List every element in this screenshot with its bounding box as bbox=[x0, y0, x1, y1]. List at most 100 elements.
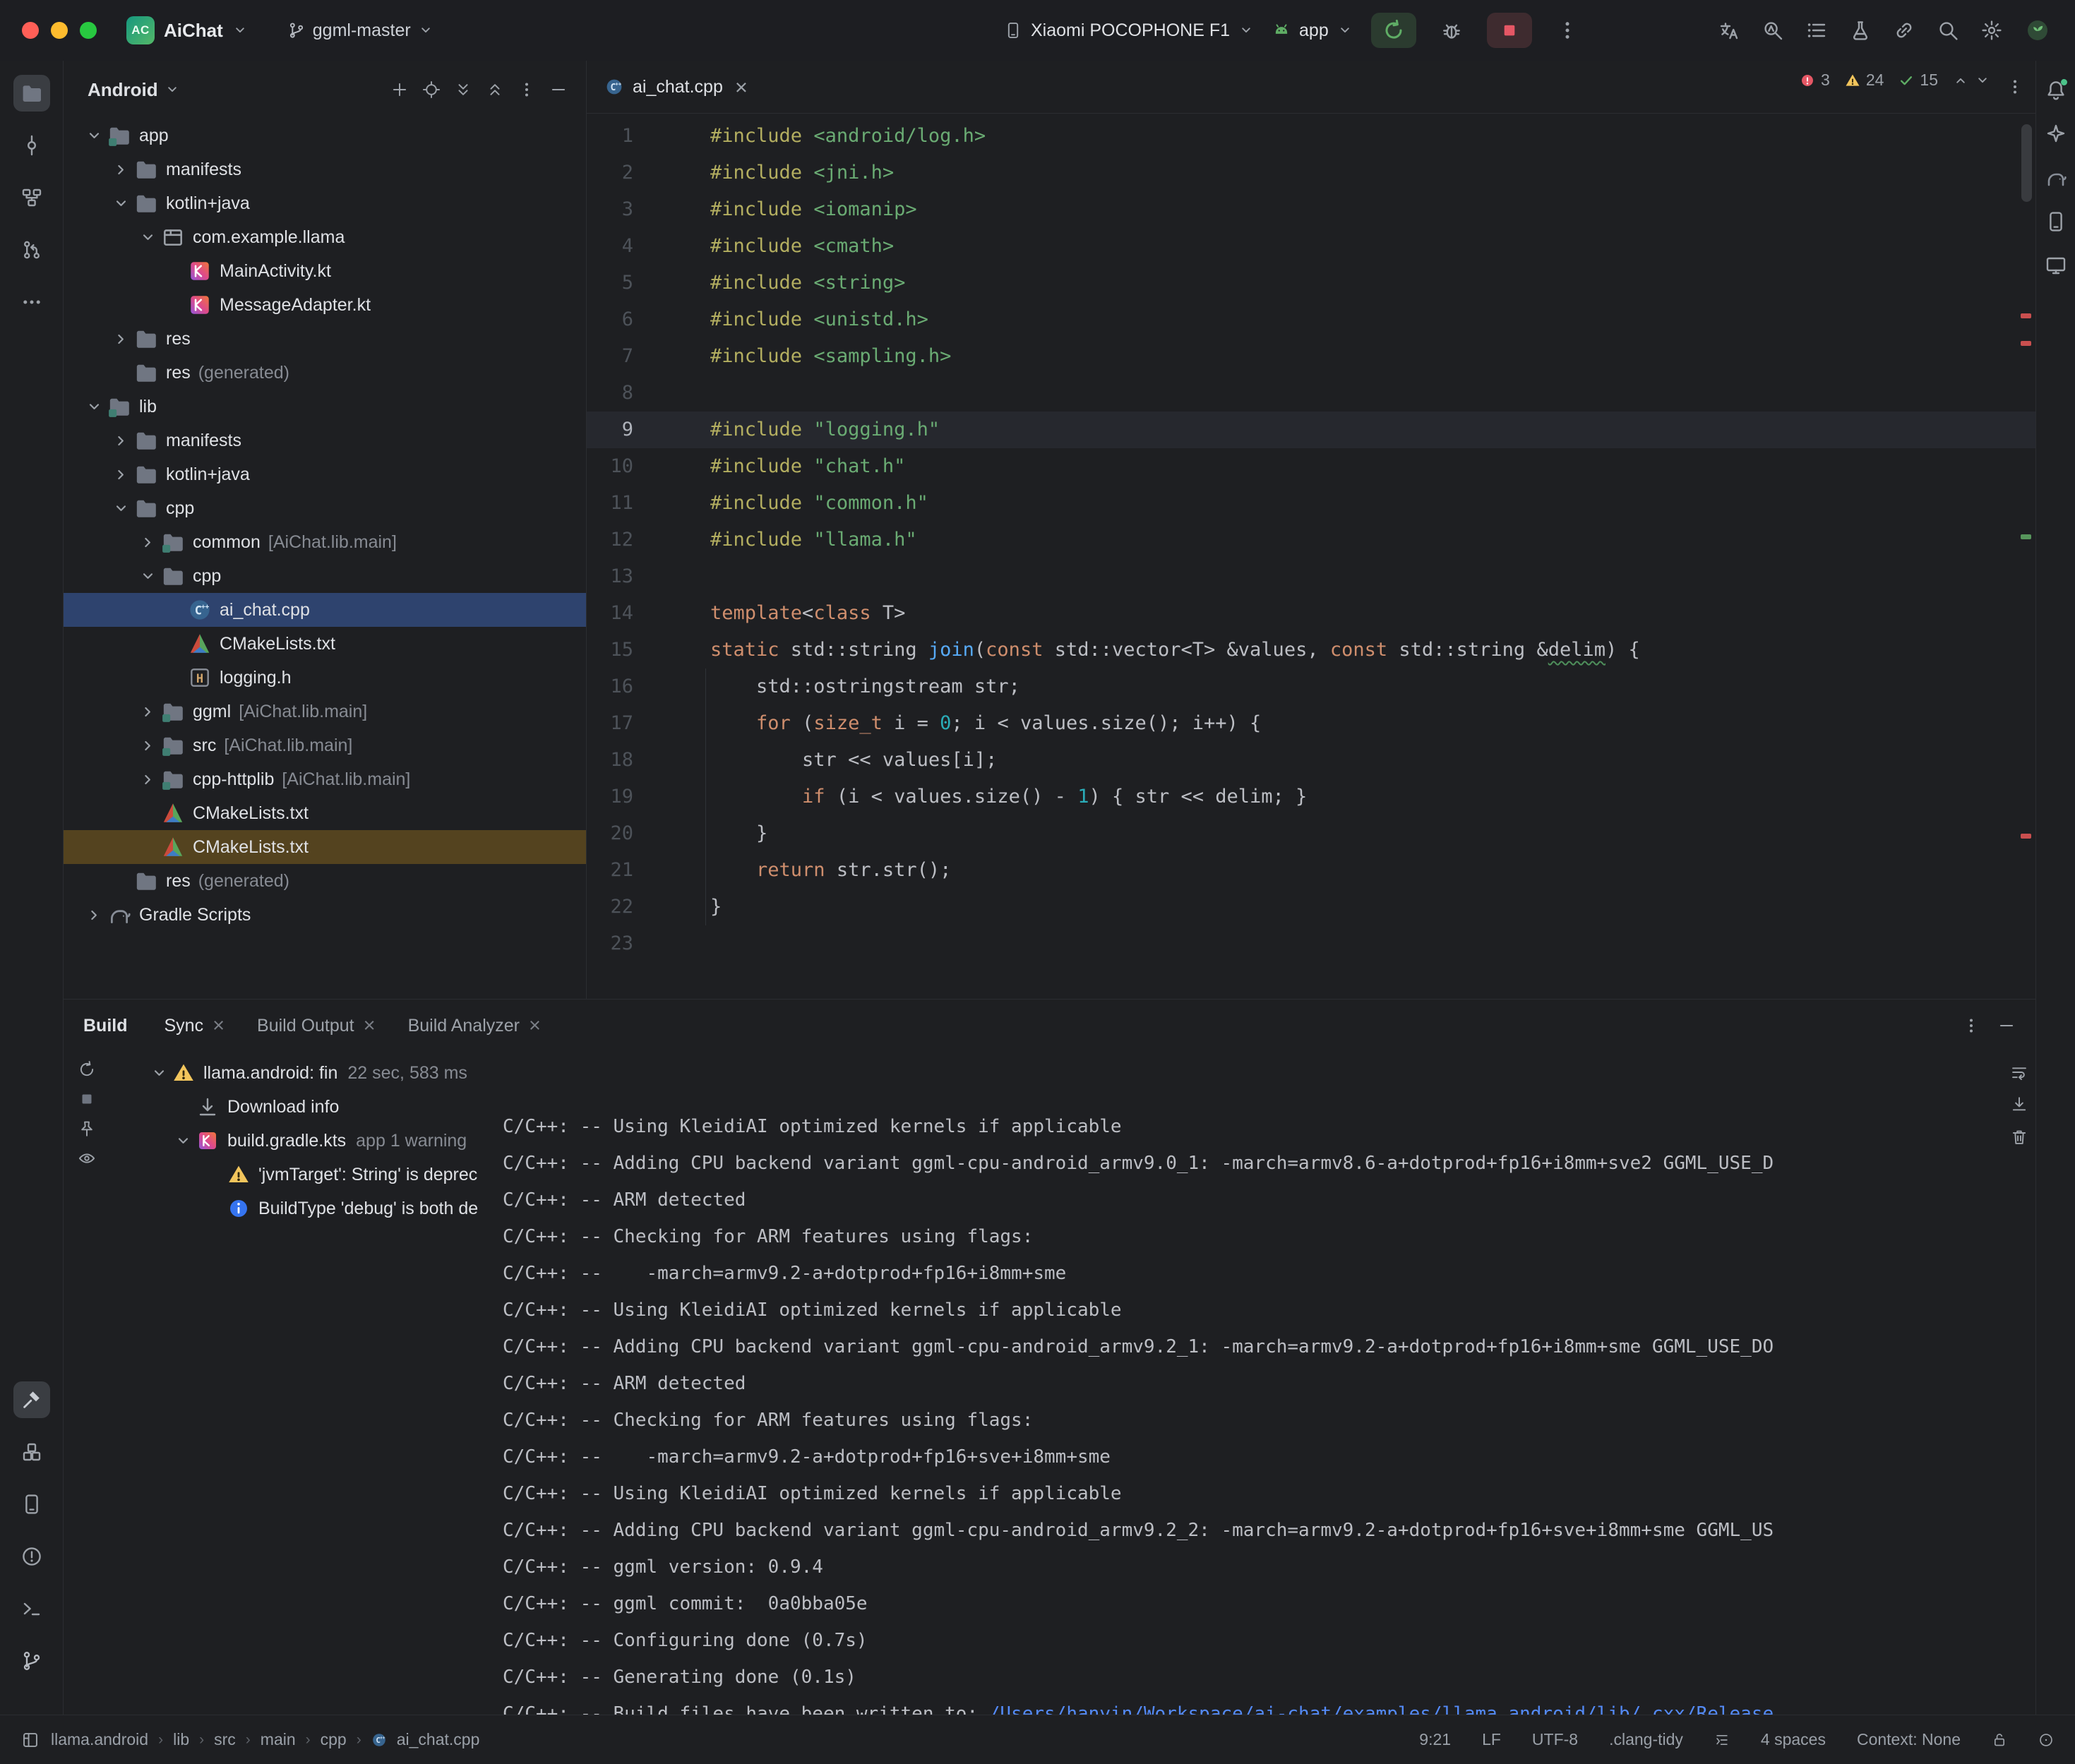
code-text[interactable]: } bbox=[657, 889, 722, 925]
caret-position-widget[interactable]: 9:21 bbox=[1419, 1730, 1451, 1749]
tree-row-src[interactable]: src[AiChat.lib.main] bbox=[64, 728, 586, 762]
chevron-down-icon[interactable] bbox=[107, 491, 134, 525]
close-window-button[interactable] bbox=[22, 22, 39, 39]
tree-row-ggml[interactable]: ggml[AiChat.lib.main] bbox=[64, 695, 586, 728]
line-number[interactable]: 9 bbox=[587, 412, 657, 448]
lock-open-icon[interactable] bbox=[1992, 1732, 2007, 1748]
settings-gear-icon[interactable] bbox=[1980, 19, 2003, 42]
line-number[interactable]: 2 bbox=[587, 155, 657, 191]
stop-button[interactable] bbox=[1487, 13, 1532, 48]
breadcrumb-item[interactable]: ai_chat.cpp bbox=[397, 1730, 480, 1749]
breadcrumb-item[interactable]: lib bbox=[173, 1730, 189, 1749]
tree-row-cpp[interactable]: cpp bbox=[64, 491, 586, 525]
tool-windows-icon[interactable] bbox=[21, 1731, 40, 1749]
project-tool-button[interactable] bbox=[13, 75, 50, 112]
code-line-17[interactable]: 17 for (size_t i = 0; i < values.size();… bbox=[587, 705, 2035, 742]
expand-all-icon[interactable] bbox=[454, 80, 472, 99]
breadcrumb-item[interactable]: llama.android bbox=[51, 1730, 148, 1749]
device-manager-tool-button[interactable] bbox=[2040, 206, 2071, 237]
code-line-21[interactable]: 21 return str.str(); bbox=[587, 852, 2035, 889]
code-line-20[interactable]: 20 } bbox=[587, 815, 2035, 852]
line-number[interactable]: 17 bbox=[587, 705, 657, 742]
tree-row-cpp[interactable]: cpp bbox=[64, 559, 586, 593]
code-line-19[interactable]: 19 if (i < values.size() - 1) { str << d… bbox=[587, 779, 2035, 815]
add-icon[interactable] bbox=[390, 80, 409, 99]
tree-row-logging-h[interactable]: Hlogging.h bbox=[64, 661, 586, 695]
console-link[interactable]: /Users/hanyin/Workspace/ai-chat/examples… bbox=[989, 1703, 1774, 1715]
code-text[interactable]: #include <sampling.h> bbox=[657, 338, 951, 375]
code-text[interactable]: #include "common.h" bbox=[657, 485, 928, 522]
chevron-down-icon[interactable] bbox=[80, 119, 107, 152]
build-tool-button[interactable] bbox=[13, 1381, 50, 1418]
chevron-right-icon[interactable] bbox=[134, 525, 161, 559]
collapse-all-icon[interactable] bbox=[486, 80, 504, 99]
tree-row-res[interactable]: res(generated) bbox=[64, 864, 586, 898]
tree-row-res[interactable]: res(generated) bbox=[64, 356, 586, 390]
options-kebab-icon[interactable] bbox=[518, 80, 536, 99]
vcs-stripe-mark[interactable] bbox=[2021, 534, 2031, 539]
line-number[interactable]: 4 bbox=[587, 228, 657, 265]
tree-row-app[interactable]: app bbox=[64, 119, 586, 152]
chevron-right-icon[interactable] bbox=[107, 322, 134, 356]
code-text[interactable]: return str.str(); bbox=[657, 852, 951, 889]
ai-assistant-tool-button[interactable] bbox=[2040, 119, 2071, 150]
code-line-18[interactable]: 18 str << values[i]; bbox=[587, 742, 2035, 779]
line-ending-widget[interactable]: LF bbox=[1482, 1730, 1501, 1749]
gradle-tool-button[interactable] bbox=[2040, 162, 2071, 193]
tab-build-analyzer[interactable]: Build Analyzer × bbox=[408, 1016, 541, 1036]
code-line-2[interactable]: 2#include <jni.h> bbox=[587, 155, 2035, 191]
code-text[interactable] bbox=[657, 375, 710, 412]
tree-row-cmakelists-txt[interactable]: CMakeLists.txt bbox=[64, 796, 586, 830]
build-event-row[interactable]: Download info bbox=[64, 1090, 503, 1124]
context-widget[interactable]: Context: None bbox=[1857, 1730, 1961, 1749]
code-text[interactable]: #include "logging.h" bbox=[657, 412, 940, 448]
tree-row-com-example-llama[interactable]: com.example.llama bbox=[64, 220, 586, 254]
tree-row-kotlin-java[interactable]: kotlin+java bbox=[64, 457, 586, 491]
code-text[interactable]: #include <string> bbox=[657, 265, 905, 301]
editor-scrollbar-thumb[interactable] bbox=[2021, 124, 2032, 202]
code-line-1[interactable]: 1#include <android/log.h> bbox=[587, 118, 2035, 155]
line-number[interactable]: 22 bbox=[587, 889, 657, 925]
code-line-5[interactable]: 5#include <string> bbox=[587, 265, 2035, 301]
notifications-tool-button[interactable] bbox=[2040, 75, 2071, 106]
build-event-row[interactable]: llama.android: fin22 sec, 583 ms bbox=[64, 1056, 503, 1090]
search-icon[interactable] bbox=[1937, 19, 1959, 42]
line-number[interactable]: 7 bbox=[587, 338, 657, 375]
code-text[interactable]: for (size_t i = 0; i < values.size(); i+… bbox=[657, 705, 1261, 742]
code-text[interactable]: #include <iomanip> bbox=[657, 191, 917, 228]
code-line-7[interactable]: 7#include <sampling.h> bbox=[587, 338, 2035, 375]
plugin-link-icon[interactable] bbox=[1893, 19, 1915, 42]
vcs-branch-widget[interactable]: ggml-master bbox=[287, 20, 433, 41]
experiments-flask-icon[interactable] bbox=[1849, 19, 1872, 42]
chevron-down-icon[interactable] bbox=[80, 390, 107, 424]
code-line-16[interactable]: 16 std::ostringstream str; bbox=[587, 668, 2035, 705]
line-number[interactable]: 20 bbox=[587, 815, 657, 852]
code-text[interactable]: static std::string join(const std::vecto… bbox=[657, 632, 1640, 668]
profile-avatar[interactable] bbox=[2024, 17, 2051, 44]
code-text[interactable]: std::ostringstream str; bbox=[657, 668, 1020, 705]
tree-row-kotlin-java[interactable]: kotlin+java bbox=[64, 186, 586, 220]
chevron-right-icon[interactable] bbox=[107, 152, 134, 186]
code-text[interactable]: template<class T> bbox=[657, 595, 905, 632]
tree-row-gradle-scripts[interactable]: Gradle Scripts bbox=[64, 898, 586, 932]
line-number[interactable]: 3 bbox=[587, 191, 657, 228]
build-event-row[interactable]: build.gradle.ktsapp 1 warning bbox=[64, 1124, 503, 1158]
minimize-panel-icon[interactable] bbox=[1997, 1016, 2016, 1035]
running-devices-tool-button[interactable] bbox=[2040, 250, 2071, 281]
code-text[interactable]: str << values[i]; bbox=[657, 742, 997, 779]
editor-tab-ai-chat-cpp[interactable]: C++ ai_chat.cpp × bbox=[587, 61, 762, 113]
close-tab-icon[interactable]: × bbox=[364, 1016, 376, 1036]
code-line-12[interactable]: 12#include "llama.h" bbox=[587, 522, 2035, 558]
zoom-window-button[interactable] bbox=[80, 22, 97, 39]
code-text[interactable]: } bbox=[657, 815, 767, 852]
tree-row-mainactivity-kt[interactable]: MainActivity.kt bbox=[64, 254, 586, 288]
project-view-selector[interactable]: Android bbox=[88, 79, 180, 101]
clear-all-icon[interactable] bbox=[2010, 1128, 2028, 1146]
problems-tool-button[interactable] bbox=[13, 1538, 50, 1575]
run-configuration-selector[interactable]: app bbox=[1272, 20, 1353, 41]
tree-row-manifests[interactable]: manifests bbox=[64, 424, 586, 457]
indent-icon[interactable] bbox=[1714, 1732, 1730, 1748]
code-line-8[interactable]: 8 bbox=[587, 375, 2035, 412]
indent-widget[interactable]: 4 spaces bbox=[1761, 1730, 1826, 1749]
code-line-11[interactable]: 11#include "common.h" bbox=[587, 485, 2035, 522]
